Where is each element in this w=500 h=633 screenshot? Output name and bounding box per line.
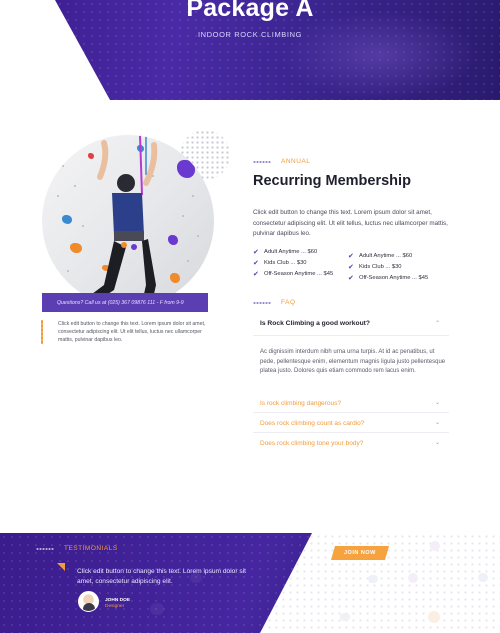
list-item: ✔ Kids Club ... $30: [253, 257, 363, 268]
faq-divider: [253, 432, 449, 433]
chevron-up-icon[interactable]: ⌃: [435, 320, 440, 327]
list-item: ✔ Off-Season Anytime ... $45: [253, 268, 363, 279]
faq-eyebrow: FAQ: [253, 299, 296, 306]
intro-text: Click edit button to change this text. L…: [58, 321, 206, 343]
contact-question-bar: Questions? Call us at (025) 367 09876 11…: [42, 293, 208, 312]
climber-image: [42, 135, 214, 307]
chevron-down-icon[interactable]: ⌄: [435, 439, 440, 446]
testimonial-role: Designer: [105, 604, 125, 609]
hero-image-shade: [280, 10, 480, 100]
feature-list-left: ✔ Adult Anytime ... $60 ✔ Kids Club ... …: [253, 246, 363, 279]
faq-divider: [253, 412, 449, 413]
avatar: [78, 591, 99, 612]
faq-divider: [253, 335, 449, 336]
check-icon: ✔: [253, 259, 259, 267]
testimonial-author: JOHN DOE: [105, 598, 131, 603]
feature-label: Adult Anytime ... $60: [264, 248, 318, 255]
membership-description: Click edit button to change this text. L…: [253, 209, 448, 237]
text-accent-line: [41, 320, 43, 344]
check-icon: ✔: [253, 270, 259, 278]
check-icon: ✔: [348, 263, 354, 271]
list-item: ✔ Kids Club ... $30: [348, 261, 458, 272]
list-item: ✔ Adult Anytime ... $60: [348, 250, 458, 261]
faq-question[interactable]: Does rock climbing count as cardio?: [260, 420, 364, 427]
membership-eyebrow: ANNUAL: [253, 158, 310, 165]
testimonials-eyebrow: TESTIMONIALS: [36, 545, 118, 552]
faq-question[interactable]: Is rock climbing dangerous?: [260, 400, 341, 407]
faq-question[interactable]: Does rock climbing tone your body?: [260, 440, 363, 447]
testimonials-eyebrow-label: TESTIMONIALS: [64, 545, 118, 552]
testimonial-quote: Click edit button to change this text. L…: [77, 568, 246, 585]
faq-eyebrow-label: FAQ: [281, 299, 296, 306]
climber-figure: [88, 135, 158, 303]
membership-title: Recurring Membership: [253, 173, 411, 189]
check-icon: ✔: [253, 248, 259, 256]
join-now-button[interactable]: JOIN NOW: [330, 546, 390, 560]
page-title: Package A: [186, 0, 314, 22]
eyebrow-dots: [36, 547, 54, 550]
chevron-down-icon[interactable]: ⌄: [435, 399, 440, 406]
eyebrow-dots: [253, 160, 271, 163]
list-item: ✔ Adult Anytime ... $60: [253, 246, 363, 257]
eyebrow-dots: [253, 301, 271, 304]
feature-label: Adult Anytime ... $60: [359, 252, 413, 259]
join-now-label: JOIN NOW: [344, 550, 376, 556]
quote-icon: [57, 563, 65, 571]
feature-label: Kids Club ... $30: [264, 259, 307, 266]
check-icon: ✔: [348, 252, 354, 260]
chevron-down-icon[interactable]: ⌄: [435, 419, 440, 426]
feature-label: Off-Season Anytime ... $45: [359, 274, 429, 281]
check-icon: ✔: [348, 274, 354, 282]
faq-answer: Ac dignissim interdum nibh urna urna tur…: [260, 349, 446, 374]
membership-eyebrow-label: ANNUAL: [281, 158, 311, 165]
hero-banner: Package A INDOOR ROCK CLIMBING: [0, 0, 500, 100]
feature-label: Off-Season Anytime ... $45: [264, 270, 334, 277]
list-item: ✔ Off-Season Anytime ... $45: [348, 272, 458, 283]
page-subtitle: INDOOR ROCK CLIMBING: [197, 30, 303, 39]
feature-list-right: ✔ Adult Anytime ... $60 ✔ Kids Club ... …: [348, 250, 458, 283]
feature-label: Kids Club ... $30: [359, 263, 402, 270]
faq-question-open[interactable]: Is Rock Climbing a good workout?: [260, 320, 370, 327]
